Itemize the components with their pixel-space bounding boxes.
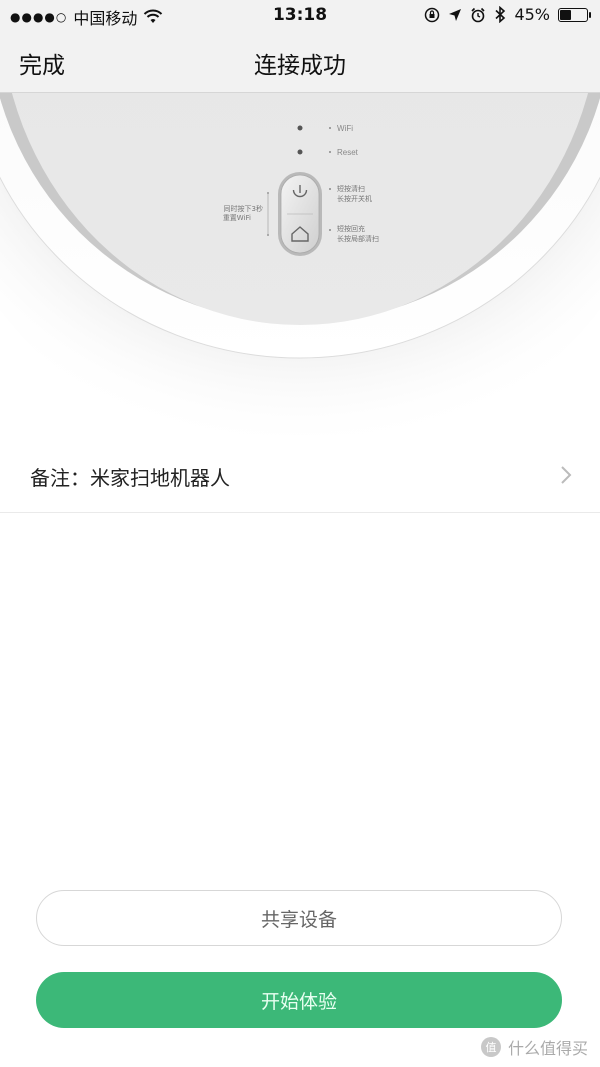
home-hint-line1: 短按回充 [337, 224, 365, 233]
status-right: 45% [424, 5, 591, 24]
home-hint-line2: 长按局部清扫 [337, 234, 379, 243]
battery-percent: 45% [514, 5, 550, 24]
battery-icon [558, 7, 591, 22]
device-note-label: 备注：米家扫地机器人 [30, 466, 230, 490]
reset-led-icon [297, 149, 303, 155]
svg-text:值: 值 [485, 1041, 496, 1054]
watermark: 值 什么值得买 [480, 1035, 588, 1059]
reset-label: Reset [337, 148, 359, 157]
watermark-logo-icon: 值 [480, 1037, 501, 1057]
device-image: WiFi Reset 同时按下3秒 重置WiFi 短按清扫 长按开关机 短按回充… [0, 93, 600, 435]
wifi-led-icon [297, 125, 303, 131]
watermark-text: 什么值得买 [507, 1039, 588, 1058]
rotation-lock-icon [425, 7, 440, 22]
page-title: 连接成功 [254, 53, 346, 79]
robot-vacuum-illustration: WiFi Reset 同时按下3秒 重置WiFi 短按清扫 长按开关机 短按回充… [0, 93, 600, 435]
share-device-button[interactable]: 共享设备 [36, 890, 562, 946]
location-arrow-icon [449, 8, 462, 21]
power-hint-line1: 短按清扫 [337, 184, 365, 193]
power-hint-line2: 长按开关机 [337, 194, 372, 203]
bluetooth-icon [495, 6, 506, 23]
battery-level-fill [560, 9, 571, 20]
start-experience-button[interactable]: 开始体验 [36, 972, 562, 1028]
wifi-label: WiFi [337, 124, 353, 133]
status-bar: ●●●●○ 中国移动 13:18 45% [0, 0, 600, 30]
reset-hint-line1: 同时按下3秒 [224, 204, 263, 213]
reset-hint-line2: 重置WiFi [223, 214, 251, 222]
alarm-icon [471, 7, 486, 22]
chevron-right-icon [561, 466, 572, 484]
navigation-bar: 完成 连接成功 [0, 30, 600, 93]
device-note-row[interactable]: 备注：米家扫地机器人 [0, 436, 600, 513]
